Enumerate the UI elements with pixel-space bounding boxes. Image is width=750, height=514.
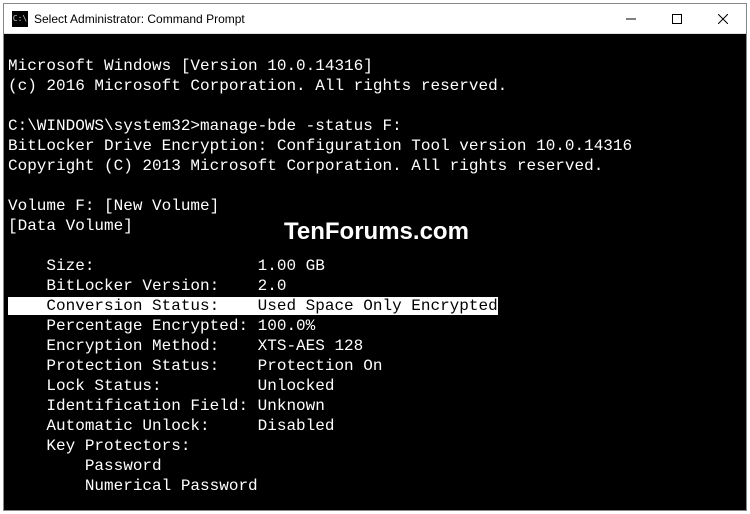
output-line: Numerical Password	[8, 477, 258, 495]
close-icon	[718, 14, 728, 24]
output-line: Copyright (C) 2013 Microsoft Corporation…	[8, 157, 603, 175]
output-line: Lock Status: Unlocked	[8, 377, 334, 395]
minimize-button[interactable]	[608, 4, 654, 33]
output-line: Automatic Unlock: Disabled	[8, 417, 334, 435]
output-line: Protection Status: Protection On	[8, 357, 382, 375]
output-line: Identification Field: Unknown	[8, 397, 325, 415]
terminal-body[interactable]: Microsoft Windows [Version 10.0.14316] (…	[4, 34, 746, 510]
output-line: BitLocker Drive Encryption: Configuratio…	[8, 137, 632, 155]
window-title: Select Administrator: Command Prompt	[34, 12, 245, 26]
command-prompt-window: C:\ Select Administrator: Command Prompt…	[3, 3, 747, 511]
prompt: C:\WINDOWS\system32>	[8, 117, 200, 135]
watermark-text: TenForums.com	[284, 222, 469, 242]
output-line: Key Protectors:	[8, 437, 190, 455]
output-line: Microsoft Windows [Version 10.0.14316]	[8, 57, 373, 75]
output-line: (c) 2016 Microsoft Corporation. All righ…	[8, 77, 507, 95]
cmd-icon: C:\	[12, 11, 28, 27]
prompt-line: C:\WINDOWS\system32>manage-bde -status F…	[8, 117, 402, 135]
minimize-icon	[626, 14, 636, 24]
close-button[interactable]	[700, 4, 746, 33]
conversion-status-highlight: Conversion Status: Used Space Only Encry…	[8, 297, 498, 315]
output-line: Encryption Method: XTS-AES 128	[8, 337, 363, 355]
titlebar[interactable]: C:\ Select Administrator: Command Prompt	[4, 4, 746, 34]
output-line: BitLocker Version: 2.0	[8, 277, 286, 295]
output-line: Size: 1.00 GB	[8, 257, 325, 275]
output-line: Password	[8, 457, 162, 475]
maximize-button[interactable]	[654, 4, 700, 33]
output-line: Volume F: [New Volume]	[8, 197, 219, 215]
maximize-icon	[672, 14, 682, 24]
output-line: [Data Volume]	[8, 217, 133, 235]
command-text: manage-bde -status F:	[200, 117, 402, 135]
output-line: Percentage Encrypted: 100.0%	[8, 317, 315, 335]
highlighted-line: Conversion Status: Used Space Only Encry…	[8, 297, 498, 315]
